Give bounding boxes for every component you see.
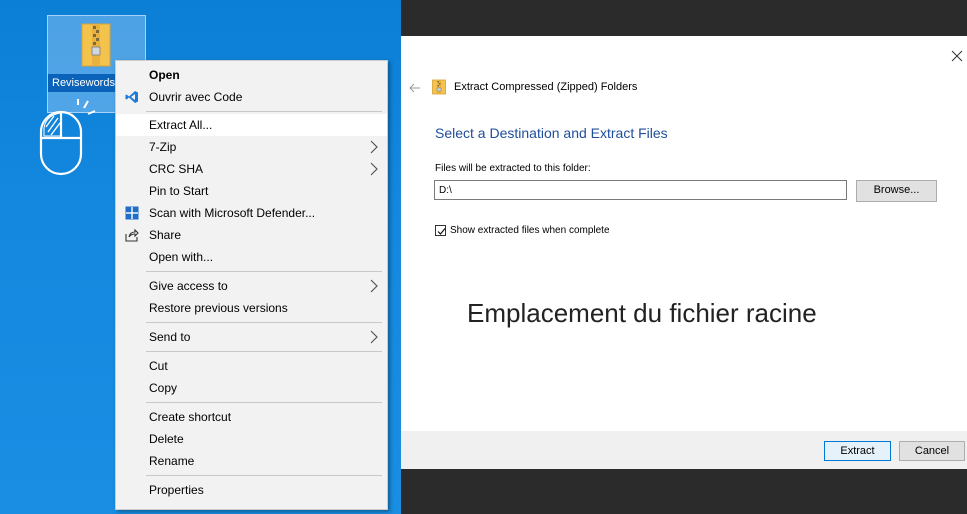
menu-item-ouvrir-avec-code[interactable]: Ouvrir avec Code — [116, 86, 387, 108]
close-icon[interactable] — [951, 50, 963, 62]
menu-item-label: Restore previous versions — [149, 301, 288, 315]
dialog-title: Extract Compressed (Zipped) Folders — [454, 81, 638, 93]
menu-item-label: Rename — [149, 454, 195, 468]
dialog-heading: Select a Destination and Extract Files — [435, 125, 668, 141]
defender-shield-icon — [125, 206, 139, 220]
menu-item-open-with[interactable]: Open with... — [116, 246, 387, 268]
menu-item-label: 7-Zip — [149, 140, 177, 154]
menu-item-send-to[interactable]: Send to — [116, 326, 387, 348]
chevron-right-icon — [370, 330, 378, 344]
menu-item-create-shortcut[interactable]: Create shortcut — [116, 406, 387, 428]
show-files-label: Show extracted files when complete — [450, 225, 610, 236]
zip-folder-icon — [432, 79, 446, 95]
menu-item-label: Open — [149, 68, 180, 82]
vscode-icon — [125, 91, 138, 103]
menu-item-label: Scan with Microsoft Defender... — [149, 206, 316, 220]
mouse-click-icon — [39, 99, 96, 176]
cancel-button[interactable]: Cancel — [899, 441, 965, 461]
menu-item-pin-to-start[interactable]: Pin to Start — [116, 180, 387, 202]
menu-item-label: Pin to Start — [149, 184, 209, 198]
menu-item-label: Cut — [149, 359, 168, 373]
menu-item-label: CRC SHA — [149, 162, 204, 176]
menu-item-copy[interactable]: Copy — [116, 377, 387, 399]
menu-item-7zip[interactable]: 7-Zip — [116, 136, 387, 158]
destination-label: Files will be extracted to this folder: — [435, 163, 591, 174]
menu-item-scan-defender[interactable]: Scan with Microsoft Defender... — [116, 202, 387, 224]
menu-item-share[interactable]: Share — [116, 224, 387, 246]
browse-button[interactable]: Browse... — [856, 180, 937, 202]
menu-item-extract-all[interactable]: Extract All... — [116, 114, 387, 136]
menu-item-label: Create shortcut — [149, 410, 232, 424]
zip-folder-icon — [81, 23, 111, 67]
menu-separator — [146, 271, 382, 272]
menu-item-cut[interactable]: Cut — [116, 355, 387, 377]
menu-item-label: Share — [149, 228, 182, 242]
context-menu: Open Ouvrir avec Code Extract All... 7-Z… — [115, 60, 388, 510]
show-files-checkbox[interactable] — [435, 225, 446, 236]
menu-item-label: Copy — [149, 381, 178, 395]
menu-item-label: Ouvrir avec Code — [149, 90, 243, 104]
menu-separator — [146, 111, 382, 112]
menu-separator — [146, 402, 382, 403]
destination-path-input[interactable] — [434, 180, 847, 200]
menu-item-crc-sha[interactable]: CRC SHA — [116, 158, 387, 180]
menu-item-label: Open with... — [149, 250, 214, 264]
menu-item-label: Extract All... — [149, 118, 213, 132]
menu-item-open[interactable]: Open — [116, 64, 387, 86]
menu-item-properties[interactable]: Properties — [116, 479, 387, 501]
menu-item-label: Give access to — [149, 279, 228, 293]
menu-separator — [146, 351, 382, 352]
menu-separator — [146, 322, 382, 323]
menu-item-restore-versions[interactable]: Restore previous versions — [116, 297, 387, 319]
desktop-icon-label: Revisewords — [48, 74, 122, 92]
menu-item-rename[interactable]: Rename — [116, 450, 387, 472]
menu-item-give-access[interactable]: Give access to — [116, 275, 387, 297]
menu-item-label: Delete — [149, 432, 184, 446]
menu-item-delete[interactable]: Delete — [116, 428, 387, 450]
checkmark-icon — [437, 228, 446, 235]
menu-separator — [146, 475, 382, 476]
menu-item-label: Send to — [149, 330, 191, 344]
extract-button[interactable]: Extract — [824, 441, 891, 461]
menu-item-label: Properties — [149, 483, 204, 497]
annotation-caption: Emplacement du fichier racine — [467, 298, 817, 328]
chevron-right-icon — [370, 279, 378, 293]
share-icon — [125, 228, 139, 242]
extract-dialog: Extract Compressed (Zipped) Folders Sele… — [401, 36, 967, 469]
chevron-right-icon — [370, 162, 378, 176]
back-arrow-icon[interactable] — [409, 82, 421, 94]
chevron-right-icon — [370, 140, 378, 154]
